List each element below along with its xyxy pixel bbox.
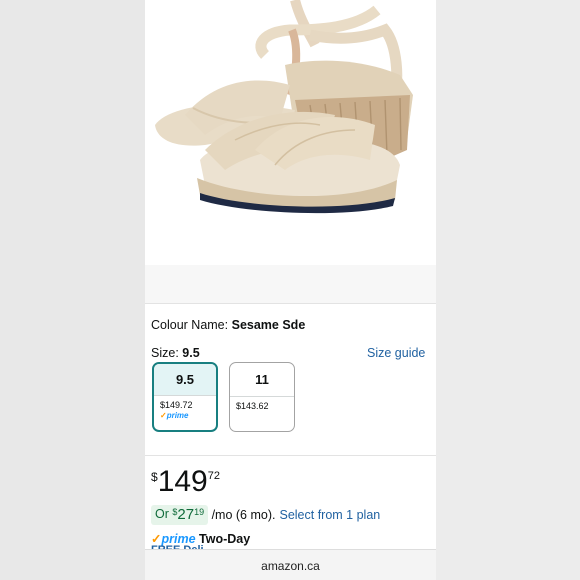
colour-name: Colour Name: Sesame Sde (151, 318, 305, 332)
monthly-fraction: 19 (194, 507, 205, 517)
price-currency: $ (151, 470, 158, 484)
price-whole: 149 (157, 465, 208, 498)
size-option-label: 9.5 (154, 364, 216, 396)
size-option-9-5[interactable]: 9.5 $149.72 ✓prime (152, 362, 218, 432)
divider (145, 455, 436, 456)
background-left (0, 0, 145, 580)
size-value: 9.5 (182, 346, 200, 360)
phone-screen: Colour Name: Sesame Sde Size: 9.5 Size g… (145, 0, 436, 580)
product-price: $ 149 72 (151, 466, 220, 498)
prime-check-icon: ✓ (160, 411, 167, 420)
size-option-11[interactable]: 11 $143.62 (229, 362, 295, 432)
monthly-payment: Or $27 19 /mo (6 mo). Select from 1 plan (151, 505, 380, 525)
size-label: Size: (151, 346, 179, 360)
image-gallery-strip (145, 265, 436, 304)
monthly-prefix: Or (155, 507, 169, 521)
select-plan-link[interactable]: Select from 1 plan (279, 508, 380, 522)
size-guide-link[interactable]: Size guide (367, 346, 425, 360)
product-image[interactable] (145, 0, 436, 265)
monthly-suffix: /mo (6 mo). (211, 508, 276, 522)
background-right (436, 0, 580, 580)
monthly-whole: 27 (177, 506, 195, 523)
size-selection: Size: 9.5 (151, 346, 200, 360)
price-fraction: 72 (207, 470, 220, 482)
url-text: amazon.ca (261, 558, 320, 573)
prime-badge: ✓prime (160, 411, 189, 420)
size-option-price: $143.62 (236, 401, 269, 411)
size-option-label: 11 (230, 363, 294, 397)
size-option-price: $149.72 (160, 400, 193, 410)
delivery-label: Two-Day (199, 532, 251, 546)
colour-value: Sesame Sde (231, 318, 306, 332)
browser-url-bar[interactable]: amazon.ca (145, 549, 436, 580)
colour-label: Colour Name: (151, 318, 229, 332)
monthly-price-chip: Or $27 19 (151, 505, 209, 525)
